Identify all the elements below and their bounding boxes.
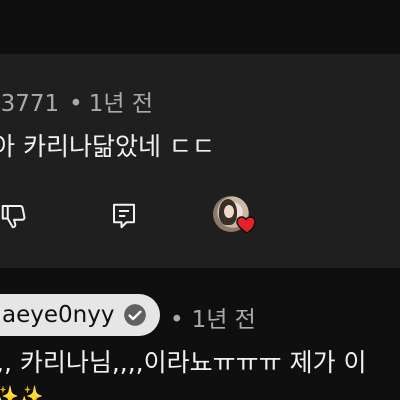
dislike-button[interactable] xyxy=(0,196,34,236)
separator-dot: • xyxy=(69,91,83,117)
creator-name-badge[interactable]: aeye0nyy xyxy=(0,294,160,336)
creator-heart-badge xyxy=(213,196,261,240)
comment-text: ,, 카리나님,,,,이라뇨ㅠㅠㅠ 제가 이 xyxy=(0,348,367,377)
comment-time: 1년 전 xyxy=(88,91,153,117)
check-circle-icon xyxy=(124,304,147,326)
sparkle-emoji: ✨✨ xyxy=(0,384,44,400)
comment-time: 1년 전 xyxy=(191,307,256,333)
comment-header: b3771 •1년 전 xyxy=(0,84,153,118)
heart-icon xyxy=(236,216,256,234)
comment-actions xyxy=(0,196,400,240)
thumbs-down-icon xyxy=(1,205,26,229)
reply-button[interactable] xyxy=(104,196,144,236)
comment-text: 아 카리나닮았네 ㄷㄷ xyxy=(0,132,215,161)
comment-header: • 1년 전 xyxy=(170,300,256,334)
comment-username[interactable]: b3771 xyxy=(0,91,59,117)
comment-username: aeye0nyy xyxy=(2,302,115,328)
separator-dot: • xyxy=(170,307,184,333)
comment-icon xyxy=(113,203,135,229)
comment-thread: b3771•1년 전 아 카리나닮았네 ㄷㄷ aey xyxy=(0,0,400,400)
